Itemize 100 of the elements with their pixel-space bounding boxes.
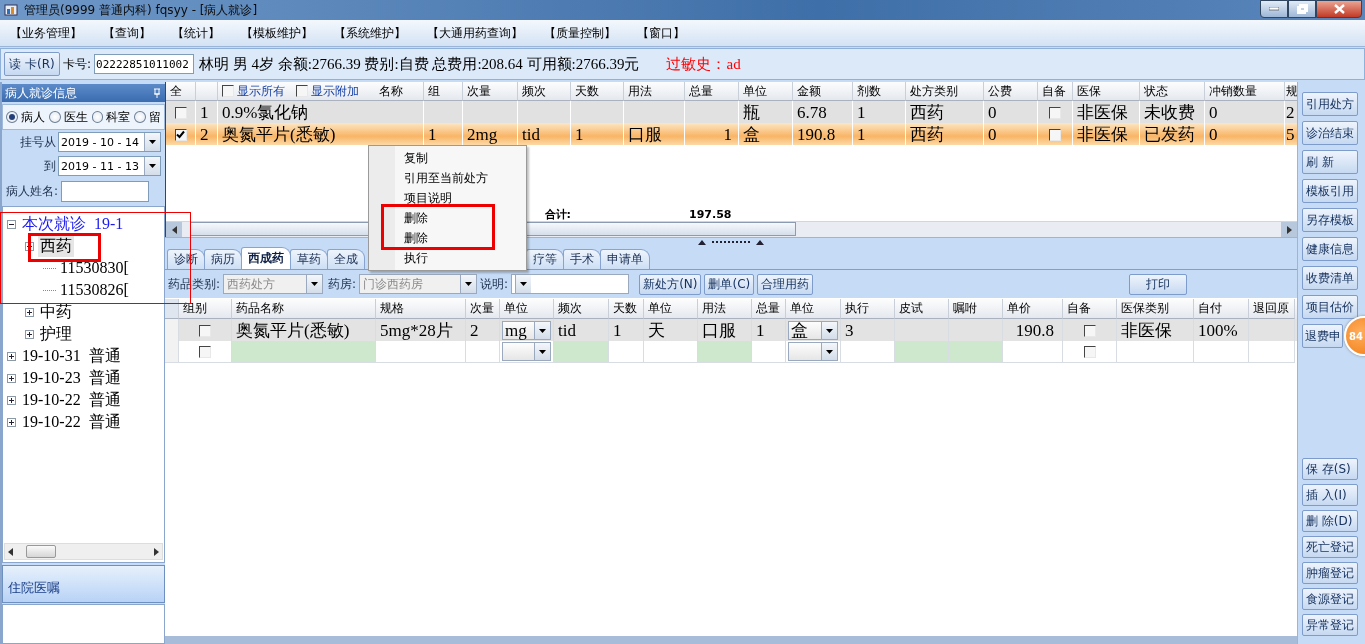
checkbox[interactable] (174, 106, 187, 119)
tree-item[interactable]: 11530830[ (58, 259, 131, 277)
menu-item[interactable]: 【质量控制】 (544, 24, 616, 42)
unit-dropdown[interactable]: mg (502, 321, 551, 340)
tab[interactable]: 疗等 (526, 249, 564, 269)
radio-button[interactable] (48, 111, 61, 123)
action-button[interactable]: 插 入(I) (1302, 484, 1358, 506)
plus-box-icon[interactable] (7, 395, 16, 405)
action-button[interactable]: 刷 新 (1302, 150, 1358, 174)
grid-corner[interactable] (165, 299, 179, 319)
menu-item[interactable]: 【统计】 (172, 24, 220, 42)
action-button[interactable]: 收费清单 (1302, 266, 1358, 290)
checkbox[interactable] (1049, 106, 1061, 119)
action-button[interactable]: 保 存(S) (1302, 458, 1358, 480)
radio-button[interactable] (91, 111, 104, 123)
menu-item[interactable]: 执行 (402, 248, 430, 268)
tree-item[interactable]: 19-10-22 普通 (20, 389, 123, 411)
tree-item[interactable]: 19-10-31 普通 (20, 345, 123, 367)
checkbox[interactable] (199, 345, 211, 358)
date-field[interactable]: 2019 - 10 - 14 (58, 132, 161, 152)
toolbar-button[interactable]: 合理用药 (757, 273, 814, 295)
print-button[interactable]: 打印 (1129, 273, 1187, 295)
tab[interactable]: 西成药 (241, 247, 291, 269)
plus-box-icon[interactable] (25, 307, 34, 317)
minus-box-icon[interactable] (7, 219, 16, 229)
dropdown-button[interactable] (144, 133, 160, 151)
card-number-field[interactable]: 02222851011002 (94, 54, 195, 74)
date-field[interactable]: 2019 - 11 - 13 (58, 156, 161, 176)
radio-button[interactable] (134, 111, 146, 123)
dropdown-button[interactable] (515, 275, 532, 293)
tree-item[interactable]: 19-10-23 普通 (20, 367, 123, 389)
menu-item[interactable]: 【模板维护】 (241, 24, 313, 42)
menu-item[interactable]: 【业务管理】 (10, 24, 82, 42)
tree-item[interactable]: 中药 (38, 301, 74, 323)
input-field[interactable] (61, 180, 150, 202)
action-button[interactable]: 诊治结束 (1302, 121, 1358, 145)
plus-box-icon[interactable] (7, 373, 16, 383)
action-button[interactable]: 异常登记 (1302, 614, 1358, 636)
menu-item[interactable]: 【系统维护】 (334, 24, 406, 42)
tab[interactable]: 草药 (290, 249, 328, 269)
checkbox[interactable] (222, 85, 234, 97)
menu-item[interactable]: 项目说明 (402, 188, 454, 208)
left-arrow-icon[interactable] (171, 225, 177, 234)
toolbar-button[interactable]: 删单(C) (704, 273, 755, 295)
dropdown-button[interactable] (306, 275, 323, 293)
table-row[interactable]: 1 0.9%氯化钠 瓶 6.78 1 西药 0 非医保 未收费 0 2 (166, 101, 1297, 123)
dropdown-button[interactable] (144, 157, 160, 175)
left-arrow-icon[interactable] (8, 547, 13, 556)
dropdown-button[interactable] (460, 275, 477, 293)
tab[interactable]: 手术 (563, 249, 601, 269)
menu-item[interactable]: 删除 (402, 228, 430, 248)
tab[interactable]: 申请单 (600, 249, 650, 269)
tree-item[interactable]: 西药 (38, 235, 74, 257)
plus-box-icon[interactable] (25, 329, 34, 339)
plus-box-icon[interactable] (7, 417, 16, 427)
tree-item[interactable]: 本次就诊 19-1 (20, 213, 126, 235)
action-button[interactable]: 模板引用 (1302, 179, 1358, 203)
menu-item[interactable]: 【窗口】 (637, 24, 685, 42)
action-button[interactable]: 死亡登记 (1302, 536, 1358, 558)
minimize-button[interactable] (1260, 0, 1288, 18)
pin-icon[interactable] (153, 88, 161, 98)
right-arrow-icon[interactable] (1286, 225, 1292, 234)
dropdown-button[interactable] (821, 343, 837, 360)
right-arrow-icon[interactable] (154, 547, 159, 556)
horizontal-scrollbar[interactable] (4, 543, 163, 560)
menu-item[interactable]: 引用至当前处方 (402, 168, 490, 188)
read-card-button[interactable]: 读 卡(R) (4, 52, 60, 76)
tree-item[interactable]: 护理 (38, 323, 74, 345)
dropdown-button[interactable] (534, 322, 550, 339)
scrollbar-thumb[interactable] (26, 545, 56, 558)
checkbox[interactable] (296, 85, 308, 97)
table-row[interactable]: 奥氮平片(悉敏) 5mg*28片 2 mg tid 1 天 口服 1 盒 3 190.8 非医保 100% (165, 319, 1297, 341)
tab[interactable]: 病历 (204, 249, 242, 269)
checkbox[interactable] (199, 324, 211, 337)
menu-item[interactable]: 【大通用药查询】 (427, 24, 523, 42)
action-button[interactable]: 健康信息 (1302, 237, 1358, 261)
checkbox[interactable] (1083, 345, 1096, 358)
unit-dropdown[interactable]: 盒 (788, 321, 838, 340)
action-button[interactable]: 引用处方 (1302, 92, 1358, 116)
menu-item[interactable]: 删除 (402, 208, 430, 228)
action-button[interactable]: 另存模板 (1302, 208, 1358, 232)
checkbox[interactable] (1083, 324, 1096, 337)
close-button[interactable] (1316, 0, 1362, 18)
action-button[interactable]: 肿瘤登记 (1302, 562, 1358, 584)
action-button[interactable]: 食源登记 (1302, 588, 1358, 610)
menu-item[interactable]: 【查询】 (103, 24, 151, 42)
dropdown-button[interactable] (821, 322, 837, 339)
maximize-button[interactable] (1288, 0, 1316, 18)
plus-box-icon[interactable] (7, 351, 16, 361)
toolbar-button[interactable]: 新处方(N) (639, 273, 702, 295)
tree-item[interactable]: 11530826[ (58, 281, 131, 299)
table-row[interactable]: 2 奥氮平片(悉敏) 1 2mg tid 1 口服 1 盒 190.8 1 西药 0 非医保 已发药 0 5 (166, 123, 1297, 145)
action-button[interactable]: 项目估价 (1302, 295, 1358, 319)
menu-item[interactable]: 复制 (402, 148, 430, 168)
checkbox[interactable] (174, 128, 187, 141)
action-button[interactable]: 删 除(D) (1302, 510, 1358, 532)
checkbox[interactable] (1049, 128, 1061, 141)
dropdown-button[interactable] (534, 343, 550, 360)
splitter-handle-icon[interactable] (696, 239, 766, 245)
action-button[interactable]: 退费申 (1302, 324, 1343, 348)
